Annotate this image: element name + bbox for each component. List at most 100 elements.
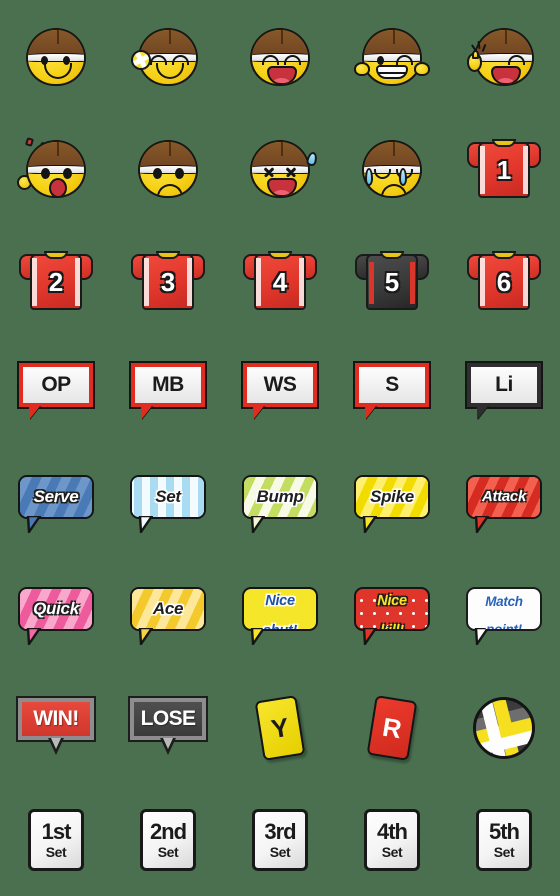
sticker-cell[interactable]: 2 xyxy=(0,224,112,336)
sticker-cell[interactable]: Li xyxy=(448,336,560,448)
position-bubble-mb[interactable]: MB xyxy=(129,361,207,421)
sticker-cell[interactable]: R xyxy=(336,672,448,784)
jersey-number-6[interactable]: 6 xyxy=(467,248,541,312)
action-label: Serve xyxy=(33,487,79,507)
sticker-cell[interactable]: WIN! xyxy=(0,672,112,784)
position-bubble-li[interactable]: Li xyxy=(465,361,543,421)
mouth-frown xyxy=(381,184,407,196)
sticker-cell[interactable]: 3 xyxy=(112,224,224,336)
sticker-cell[interactable]: 4th Set xyxy=(336,784,448,896)
sticker-cell[interactable]: MB xyxy=(112,336,224,448)
set-card-3rd[interactable]: 3rd Set xyxy=(252,809,308,871)
player-face-with-ball-icon[interactable] xyxy=(131,20,204,92)
sticker-cell[interactable] xyxy=(112,0,224,112)
grinning-player-face-icon[interactable] xyxy=(354,20,430,92)
sticker-cell[interactable]: 3rd Set xyxy=(224,784,336,896)
set-card-1st[interactable]: 1st Set xyxy=(28,809,84,871)
sticker-cell[interactable] xyxy=(112,112,224,224)
sticker-cell[interactable] xyxy=(224,112,336,224)
sticker-cell[interactable]: Set xyxy=(112,448,224,560)
action-bubble-bump[interactable]: Bump xyxy=(242,475,318,533)
bubble-tail xyxy=(477,406,488,420)
position-bubble-op[interactable]: OP xyxy=(17,361,95,421)
position-label: S xyxy=(353,361,431,409)
set-ordinal: 4th xyxy=(377,819,408,844)
sticker-cell[interactable]: Serve xyxy=(0,448,112,560)
set-card-4th[interactable]: 4th Set xyxy=(364,809,420,871)
cheering-player-face-icon[interactable] xyxy=(467,20,540,92)
sticker-cell[interactable]: 1st Set xyxy=(0,784,112,896)
sticker-cell[interactable]: Bump xyxy=(224,448,336,560)
jersey-number-label: 2 xyxy=(48,266,64,297)
sticker-cell[interactable] xyxy=(448,672,560,784)
sticker-cell[interactable]: Spike xyxy=(336,448,448,560)
volleyball-icon xyxy=(131,50,151,70)
jersey-number-4[interactable]: 4 xyxy=(243,248,317,312)
set-card-2nd[interactable]: 2nd Set xyxy=(140,809,196,871)
sticker-cell[interactable]: Y xyxy=(224,672,336,784)
eye-left xyxy=(153,168,162,179)
action-label: Quick xyxy=(33,599,79,619)
sticker-cell[interactable] xyxy=(0,112,112,224)
action-bubble-set[interactable]: Set xyxy=(130,475,206,533)
sticker-cell[interactable] xyxy=(448,0,560,112)
action-bubble-serve[interactable]: Serve xyxy=(18,475,94,533)
volleyball-icon[interactable] xyxy=(473,697,535,759)
laughing-player-face-icon[interactable] xyxy=(244,20,316,92)
call-bubble-match-point[interactable]: Match point! xyxy=(466,587,542,645)
headband xyxy=(252,53,308,62)
action-bubble-ace[interactable]: Ace xyxy=(130,587,206,645)
yellow-card-icon[interactable]: Y xyxy=(254,695,306,761)
sticker-cell[interactable]: Match point! xyxy=(448,560,560,672)
jersey-number-3[interactable]: 3 xyxy=(131,248,205,312)
jersey-number-2[interactable]: 2 xyxy=(19,248,93,312)
sticker-cell[interactable]: Attack xyxy=(448,448,560,560)
sticker-cell[interactable]: 2nd Set xyxy=(112,784,224,896)
sticker-cell[interactable]: S xyxy=(336,336,448,448)
sticker-cell[interactable] xyxy=(336,112,448,224)
jersey-number-label: 5 xyxy=(384,266,400,297)
sticker-cell[interactable]: 1 xyxy=(448,112,560,224)
action-bubble-spike[interactable]: Spike xyxy=(354,475,430,533)
bubble-tail xyxy=(138,628,153,645)
mouth-grin-teeth xyxy=(376,65,408,79)
sticker-cell[interactable]: WS xyxy=(224,336,336,448)
bubble-tail xyxy=(474,516,489,533)
set-card-5th[interactable]: 5th Set xyxy=(476,809,532,871)
sad-player-face-icon[interactable] xyxy=(132,132,204,204)
call-label-line1: Match point! xyxy=(485,589,523,629)
position-bubble-s[interactable]: S xyxy=(353,361,431,421)
sticker-cell[interactable] xyxy=(224,0,336,112)
sticker-cell[interactable]: 5th Set xyxy=(448,784,560,896)
sticker-cell[interactable]: Ace xyxy=(112,560,224,672)
sticker-cell[interactable]: Nice kill! xyxy=(336,560,448,672)
red-card-icon[interactable]: R xyxy=(366,695,418,761)
result-banner-win[interactable]: WIN! xyxy=(16,696,96,758)
eye-right-closed xyxy=(284,55,301,65)
sticker-cell[interactable]: OP xyxy=(0,336,112,448)
set-ordinal: 1st xyxy=(41,819,72,844)
jersey-number-label: 1 xyxy=(496,154,512,185)
crying-player-face-icon[interactable] xyxy=(356,132,428,204)
sticker-cell[interactable]: LOSE xyxy=(112,672,224,784)
result-banner-lose[interactable]: LOSE xyxy=(128,696,208,758)
sticker-cell[interactable]: 5 xyxy=(336,224,448,336)
call-bubble-nice-kill[interactable]: Nice kill! xyxy=(354,587,430,645)
eye-left xyxy=(377,56,384,65)
smiling-player-face-icon[interactable] xyxy=(20,20,92,92)
shouting-player-face-icon[interactable] xyxy=(17,132,92,204)
sticker-cell[interactable] xyxy=(0,0,112,112)
dizzy-player-face-icon[interactable] xyxy=(244,132,319,204)
jersey-number-5-libero[interactable]: 5 xyxy=(355,248,429,312)
action-bubble-quick[interactable]: Quick xyxy=(18,587,94,645)
sticker-cell[interactable]: 6 xyxy=(448,224,560,336)
jersey-number-label: 4 xyxy=(272,266,288,297)
jersey-number-1[interactable]: 1 xyxy=(467,136,541,200)
sticker-cell[interactable]: Nice shut! xyxy=(224,560,336,672)
action-bubble-attack[interactable]: Attack xyxy=(466,475,542,533)
sticker-cell[interactable]: 4 xyxy=(224,224,336,336)
position-bubble-ws[interactable]: WS xyxy=(241,361,319,421)
sticker-cell[interactable] xyxy=(336,0,448,112)
sticker-cell[interactable]: Quick xyxy=(0,560,112,672)
call-bubble-nice-shut[interactable]: Nice shut! xyxy=(242,587,318,645)
